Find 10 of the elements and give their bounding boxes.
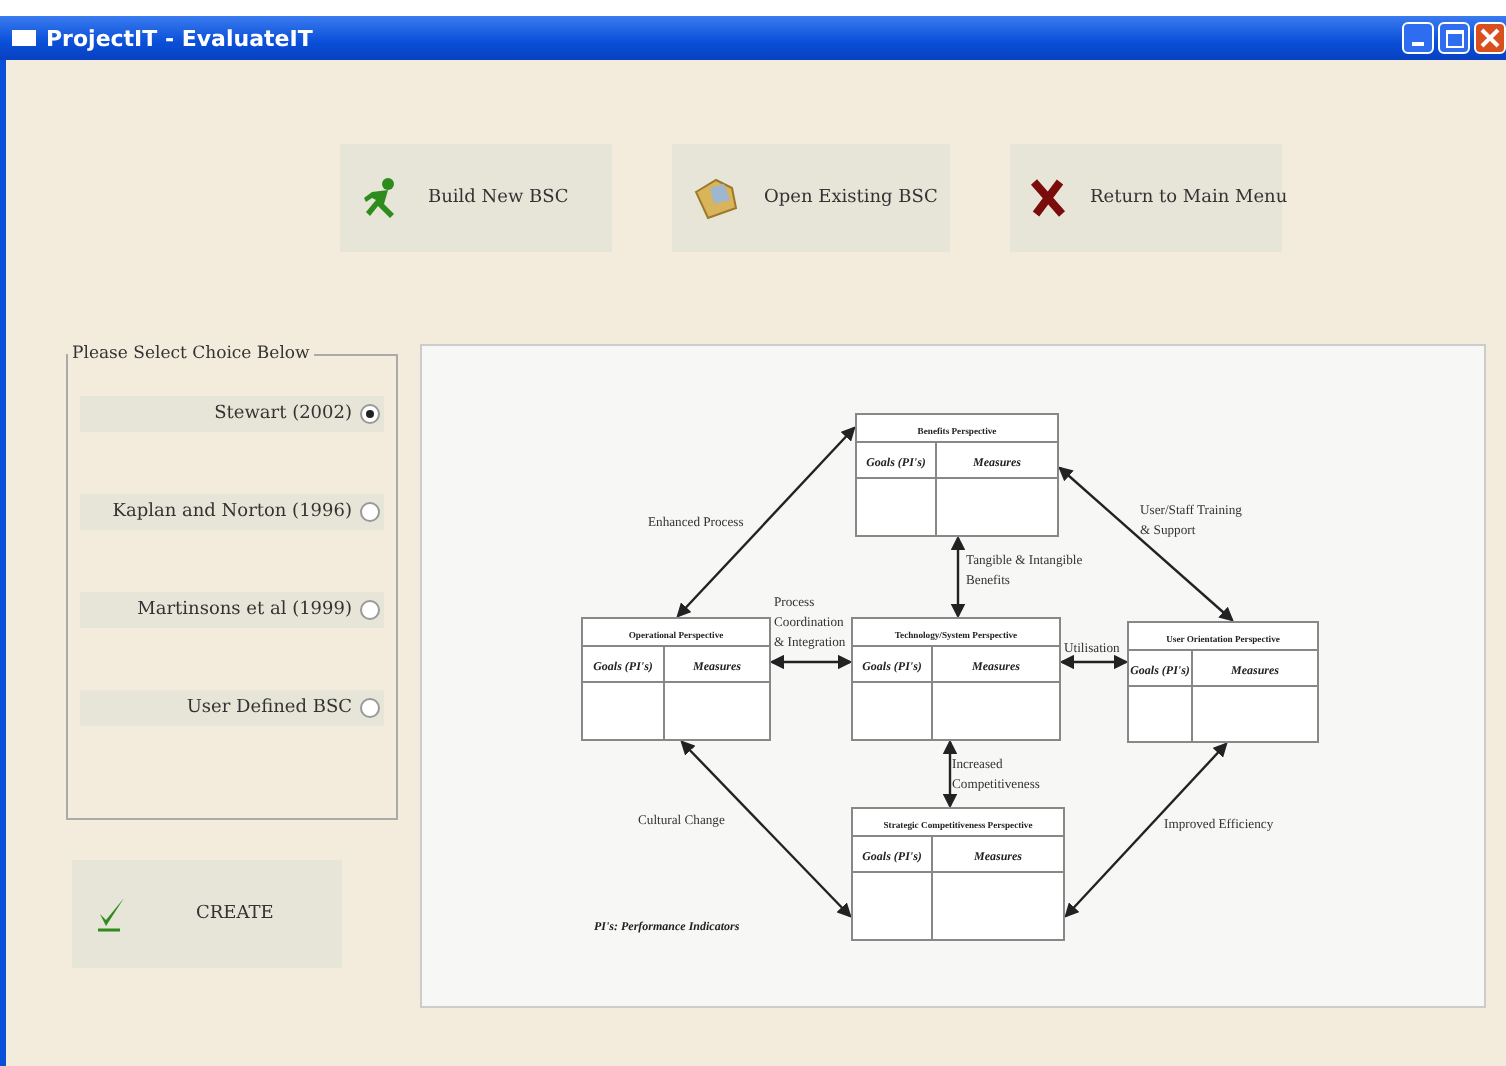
radio-option[interactable]: Martinsons et al (1999) [80, 592, 384, 628]
group-legend: Please Select Choice Below [68, 344, 314, 364]
toolbar-button[interactable]: Return to Main Menu [1010, 144, 1282, 252]
radio-option[interactable]: User Defined BSC [80, 690, 384, 726]
radio-option[interactable]: Stewart (2002) [80, 396, 384, 432]
radio-option[interactable]: Kaplan and Norton (1996) [80, 494, 384, 530]
window-title: ProjectIT - EvaluateIT [46, 25, 315, 51]
toolbar-button[interactable]: Build New BSC [340, 144, 612, 252]
create-button[interactable]: CREATE [72, 860, 342, 968]
toolbar-button[interactable]: Open Existing BSC [672, 144, 950, 252]
